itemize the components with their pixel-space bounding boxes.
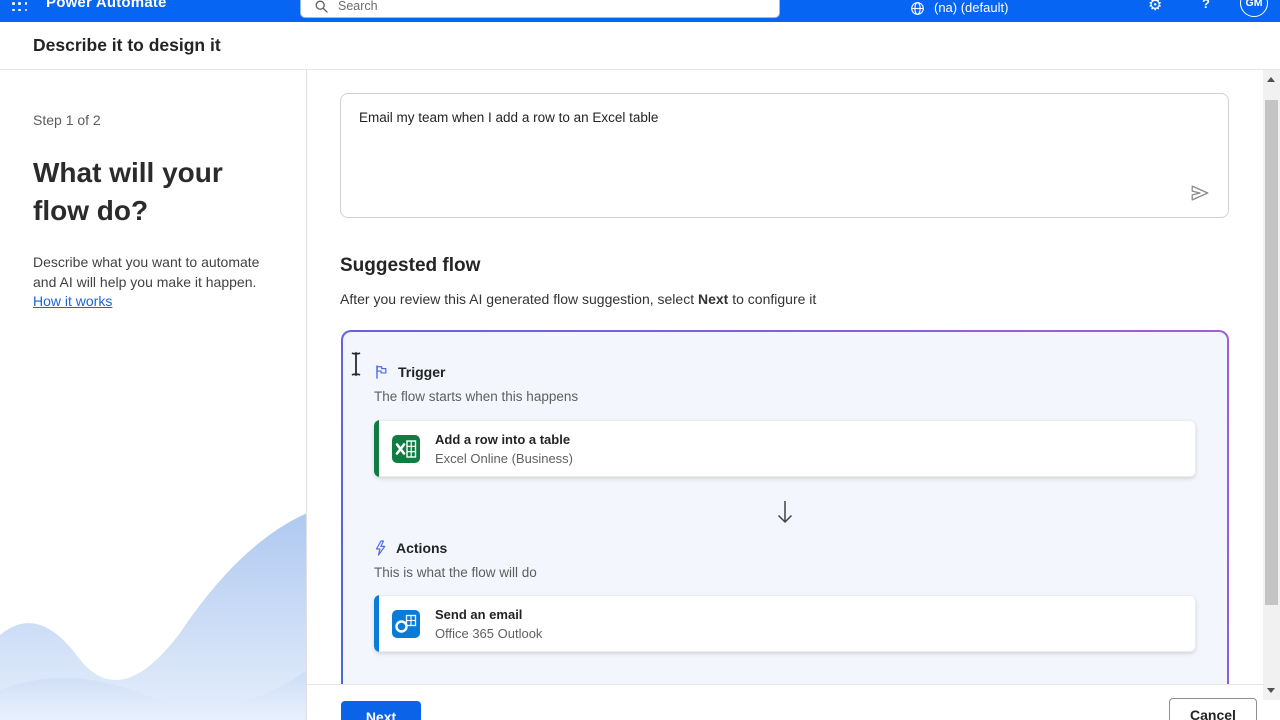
- scrollbar-track[interactable]: [1263, 70, 1280, 700]
- environment-label: (na) (default): [934, 0, 1008, 15]
- send-icon: [1189, 182, 1211, 204]
- subtitle-prefix: After you review this AI generated flow …: [340, 291, 698, 307]
- app-title[interactable]: Power Automate: [46, 0, 167, 11]
- suggested-flow-card: Trigger The flow starts when this happen…: [341, 330, 1229, 720]
- scrollbar-down-arrow-icon[interactable]: [1267, 688, 1275, 693]
- sidebar-description: Describe what you want to automate and A…: [33, 252, 272, 292]
- action-connector-card[interactable]: Send an email Office 365 Outlook: [374, 595, 1196, 652]
- step-indicator: Step 1 of 2: [33, 112, 272, 128]
- search-placeholder: Search: [338, 0, 378, 13]
- subtitle-next-word: Next: [698, 291, 728, 307]
- content: Step 1 of 2 What will your flow do? Desc…: [0, 70, 1280, 720]
- avatar[interactable]: GM: [1240, 0, 1268, 17]
- scrollbar-thumb[interactable]: [1265, 100, 1278, 605]
- actions-label: Actions: [396, 540, 447, 556]
- outlook-accent-bar: [374, 595, 379, 652]
- how-it-works-link[interactable]: How it works: [33, 293, 112, 309]
- environment-icon: [910, 1, 925, 16]
- trigger-label: Trigger: [398, 364, 445, 380]
- down-arrow-icon: [773, 500, 797, 526]
- sidebar-heading: What will your flow do?: [33, 154, 272, 230]
- trigger-description: The flow starts when this happens: [374, 389, 578, 404]
- next-button[interactable]: Next: [341, 701, 421, 720]
- page-title: Describe it to design it: [33, 35, 221, 56]
- subtitle-suffix: to configure it: [728, 291, 816, 307]
- cancel-button[interactable]: Cancel: [1169, 698, 1257, 720]
- actions-section-header: Actions: [374, 540, 447, 556]
- search-input[interactable]: Search: [300, 0, 780, 18]
- app-launcher-icon[interactable]: [12, 0, 28, 12]
- flow-description-text: Email my team when I add a row to an Exc…: [359, 110, 658, 125]
- environment-picker[interactable]: (na) (default): [910, 0, 1008, 16]
- wizard-footer: Next Cancel: [307, 684, 1263, 720]
- suggested-flow-subtitle: After you review this AI generated flow …: [340, 291, 816, 307]
- sidebar: Step 1 of 2 What will your flow do? Desc…: [0, 70, 307, 720]
- top-app-bar: Power Automate Search (na) (default) ⚙ ?…: [0, 0, 1280, 22]
- help-icon[interactable]: ?: [1202, 0, 1210, 11]
- flow-description-input[interactable]: Email my team when I add a row to an Exc…: [340, 93, 1229, 218]
- flag-icon: [374, 364, 389, 380]
- main-panel: Email my team when I add a row to an Exc…: [307, 70, 1263, 720]
- trigger-section-header: Trigger: [374, 364, 445, 380]
- trigger-card-subtitle: Excel Online (Business): [435, 451, 573, 466]
- trigger-connector-card[interactable]: Add a row into a table Excel Online (Bus…: [374, 420, 1196, 477]
- submit-description-button[interactable]: [1186, 179, 1214, 207]
- lightning-icon: [374, 540, 387, 556]
- actions-description: This is what the flow will do: [374, 565, 537, 580]
- search-icon: [315, 0, 328, 13]
- page-header: Describe it to design it: [0, 22, 1280, 70]
- excel-accent-bar: [374, 420, 379, 477]
- outlook-icon: [391, 609, 421, 639]
- suggested-flow-heading: Suggested flow: [340, 255, 480, 277]
- excel-icon: [391, 434, 421, 464]
- action-card-subtitle: Office 365 Outlook: [435, 626, 542, 641]
- trigger-card-title: Add a row into a table: [435, 432, 573, 447]
- scrollbar-up-arrow-icon[interactable]: [1267, 77, 1275, 82]
- decorative-waves: [0, 485, 307, 720]
- settings-gear-icon[interactable]: ⚙: [1148, 0, 1162, 15]
- scrollbar[interactable]: [1263, 70, 1280, 720]
- action-card-title: Send an email: [435, 607, 542, 622]
